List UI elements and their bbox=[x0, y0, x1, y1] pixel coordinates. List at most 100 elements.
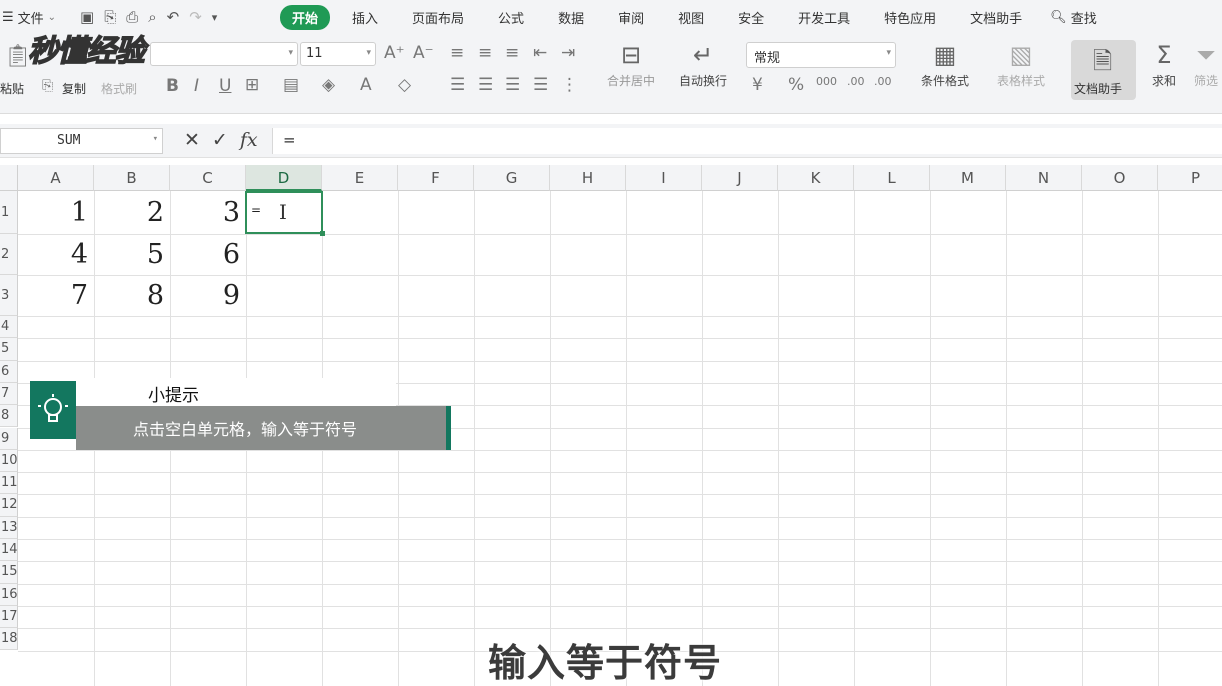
cell-b1[interactable]: 2 bbox=[94, 191, 170, 234]
name-box[interactable]: SUM ▾ bbox=[0, 128, 163, 154]
fill-style-icon[interactable]: ▤ bbox=[283, 75, 299, 95]
print-preview-icon[interactable]: ⌕ bbox=[148, 8, 156, 26]
print-icon[interactable]: ⎙ bbox=[126, 8, 138, 26]
thousands-icon[interactable]: 000 bbox=[816, 75, 837, 88]
row-header-9[interactable]: 9 bbox=[0, 427, 18, 450]
tab-formulas[interactable]: 公式 bbox=[486, 5, 536, 30]
italic-icon[interactable]: I bbox=[194, 76, 199, 96]
currency-icon[interactable]: ¥ bbox=[752, 75, 763, 95]
tab-special-apps[interactable]: 特色应用 bbox=[872, 5, 948, 30]
cell-a2[interactable]: 4 bbox=[18, 234, 94, 275]
column-header-g[interactable]: G bbox=[474, 165, 550, 191]
copy-icon[interactable]: ⎘ bbox=[42, 78, 53, 94]
tab-data[interactable]: 数据 bbox=[546, 5, 596, 30]
column-header-h[interactable]: H bbox=[550, 165, 626, 191]
tab-developer[interactable]: 开发工具 bbox=[786, 5, 862, 30]
row-header-16[interactable]: 16 bbox=[0, 583, 18, 606]
format-painter-button[interactable]: 格式刷 bbox=[101, 80, 137, 97]
font-color-icon[interactable]: A bbox=[360, 75, 372, 95]
distribute-icon[interactable]: ⋮ bbox=[561, 75, 578, 95]
tab-insert[interactable]: 插入 bbox=[340, 5, 390, 30]
row-header-18[interactable]: 18 bbox=[0, 628, 18, 651]
cancel-icon[interactable]: ✕ bbox=[184, 129, 200, 151]
undo-icon[interactable]: ↶ bbox=[167, 8, 180, 26]
wrap-text-button[interactable]: ↵ 自动换行 bbox=[673, 38, 733, 89]
column-header-o[interactable]: O bbox=[1082, 165, 1158, 191]
tab-home[interactable]: 开始 bbox=[280, 4, 331, 30]
font-size-field[interactable]: 11 ▾ bbox=[300, 42, 376, 66]
cell-c1[interactable]: 3 bbox=[170, 191, 246, 234]
row-header-14[interactable]: 14 bbox=[0, 539, 18, 562]
cell-a3[interactable]: 7 bbox=[18, 275, 94, 316]
row-header-4[interactable]: 4 bbox=[0, 316, 18, 339]
row-header-5[interactable]: 5 bbox=[0, 338, 18, 361]
insert-function-button[interactable]: fx bbox=[240, 129, 258, 151]
row-header-17[interactable]: 17 bbox=[0, 605, 18, 629]
row-header-15[interactable]: 15 bbox=[0, 561, 18, 584]
column-header-c[interactable]: C bbox=[170, 165, 246, 191]
justify-icon[interactable]: ☰ bbox=[533, 75, 548, 95]
redo-icon[interactable]: ↷ bbox=[189, 8, 202, 26]
align-right-icon[interactable]: ☰ bbox=[505, 75, 520, 95]
row-header-6[interactable]: 6 bbox=[0, 360, 18, 383]
number-format-select[interactable]: 常规 ▾ bbox=[746, 42, 896, 68]
cell-a1[interactable]: 1 bbox=[18, 191, 94, 234]
row-header-8[interactable]: 8 bbox=[0, 405, 18, 428]
decrease-font-icon[interactable]: A⁻ bbox=[413, 43, 434, 63]
align-bottom-icon[interactable]: ≡ bbox=[505, 43, 519, 63]
search-button[interactable]: 🔍︎ 查找 bbox=[1050, 8, 1097, 27]
font-name-field[interactable]: ▾ bbox=[150, 42, 298, 66]
confirm-icon[interactable]: ✓ bbox=[212, 129, 228, 151]
export-icon[interactable]: ⎘ bbox=[104, 8, 116, 26]
tab-security[interactable]: 安全 bbox=[726, 5, 776, 30]
doc-helper-button[interactable]: 🗎︎ 文档助手 bbox=[1071, 40, 1136, 100]
row-header-7[interactable]: 7 bbox=[0, 382, 18, 406]
column-header-m[interactable]: M bbox=[930, 165, 1006, 191]
column-header-e[interactable]: E bbox=[322, 165, 398, 191]
formula-input[interactable]: = bbox=[272, 128, 1222, 154]
tab-review[interactable]: 审阅 bbox=[606, 5, 656, 30]
percent-icon[interactable]: % bbox=[788, 75, 804, 95]
border-icon[interactable]: ⊞ bbox=[245, 75, 259, 95]
column-header-a[interactable]: A bbox=[18, 165, 94, 191]
increase-decimal-icon[interactable]: .00 bbox=[847, 75, 865, 88]
cell-b2[interactable]: 5 bbox=[94, 234, 170, 275]
cell-c2[interactable]: 6 bbox=[170, 234, 246, 275]
align-middle-icon[interactable]: ≡ bbox=[478, 43, 492, 63]
tab-doc-helper[interactable]: 文档助手 bbox=[958, 5, 1034, 30]
file-menu[interactable]: ☰ 文件 ⌄ bbox=[0, 8, 80, 27]
copy-button[interactable]: 复制 bbox=[62, 80, 86, 97]
customize-dropdown-icon[interactable]: ▾ bbox=[212, 11, 218, 24]
underline-icon[interactable]: U bbox=[219, 76, 231, 96]
select-all-corner[interactable] bbox=[0, 165, 18, 191]
row-header-3[interactable]: 3 bbox=[0, 275, 18, 316]
tab-page-layout[interactable]: 页面布局 bbox=[400, 5, 476, 30]
column-header-j[interactable]: J bbox=[702, 165, 778, 191]
align-left-icon[interactable]: ☰ bbox=[450, 75, 465, 95]
column-header-n[interactable]: N bbox=[1006, 165, 1082, 191]
filter-button[interactable]: ⏷ 筛选 bbox=[1190, 38, 1222, 89]
align-center-icon[interactable]: ☰ bbox=[478, 75, 493, 95]
table-style-button[interactable]: ▧ 表格样式 bbox=[986, 38, 1056, 89]
eraser-icon[interactable]: ◇ bbox=[398, 75, 411, 95]
row-header-13[interactable]: 13 bbox=[0, 516, 18, 539]
hamburger-icon[interactable]: ☰ bbox=[2, 10, 14, 25]
increase-font-icon[interactable]: A⁺ bbox=[384, 43, 405, 63]
row-header-10[interactable]: 10 bbox=[0, 449, 18, 473]
active-cell-d1[interactable]: = I bbox=[245, 191, 325, 236]
sum-button[interactable]: Σ 求和 bbox=[1142, 38, 1186, 89]
cell-b3[interactable]: 8 bbox=[94, 275, 170, 316]
cell-c3[interactable]: 9 bbox=[170, 275, 246, 316]
indent-increase-icon[interactable]: ⇥ bbox=[561, 43, 575, 63]
merge-center-button[interactable]: ⊟ 合并居中 bbox=[598, 38, 664, 89]
column-header-k[interactable]: K bbox=[778, 165, 854, 191]
fill-color-icon[interactable]: ◈ bbox=[322, 75, 335, 95]
indent-decrease-icon[interactable]: ⇤ bbox=[533, 43, 547, 63]
align-top-icon[interactable]: ≡ bbox=[450, 43, 464, 63]
paste-button[interactable]: 粘贴 bbox=[0, 80, 24, 97]
fill-handle[interactable] bbox=[320, 231, 325, 236]
row-header-12[interactable]: 12 bbox=[0, 494, 18, 517]
column-header-p[interactable]: P bbox=[1158, 165, 1222, 191]
decrease-decimal-icon[interactable]: .00 bbox=[874, 75, 892, 88]
column-header-i[interactable]: I bbox=[626, 165, 702, 191]
